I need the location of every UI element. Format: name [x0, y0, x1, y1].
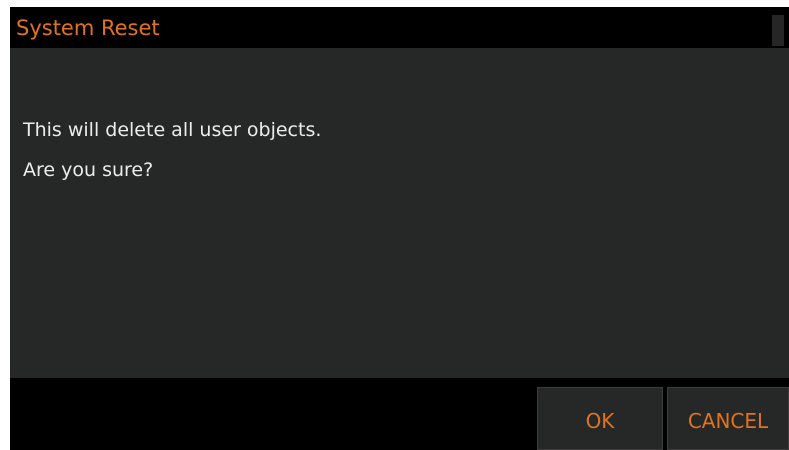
dialog-title-bar: System Reset	[10, 7, 789, 48]
dialog-content: This will delete all user objects. Are y…	[10, 48, 789, 378]
title-bar-scroll-thumb	[772, 15, 784, 46]
ok-button[interactable]: OK	[537, 387, 663, 450]
screen: System Reset This will delete all user o…	[0, 0, 789, 450]
dialog-title: System Reset	[16, 16, 160, 40]
system-reset-dialog: System Reset This will delete all user o…	[10, 7, 789, 450]
warning-message-line: This will delete all user objects.	[23, 119, 322, 141]
cancel-button[interactable]: CANCEL	[667, 387, 789, 450]
dialog-button-bar: OK CANCEL	[10, 378, 789, 450]
confirmation-question: Are you sure?	[23, 159, 154, 181]
